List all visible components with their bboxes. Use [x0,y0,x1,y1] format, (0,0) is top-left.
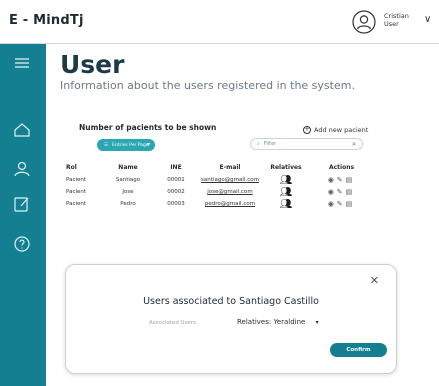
row-actions: ◉✎▤ [310,198,373,210]
cell-rol: Pacient [66,201,87,207]
search-icon: ⌕ [352,140,356,148]
associated-users-label: Associated Users [149,320,196,326]
avatar-icon[interactable] [352,10,376,34]
cell-ine: 00002 [167,189,185,195]
page-title: User [60,50,125,79]
cell-email[interactable]: santiago@gmail.com [198,174,262,186]
search-icon: ⌕ [257,141,260,147]
eye-icon[interactable]: ◉ [328,176,337,184]
cell-rol: Pacient [66,189,87,195]
pencil-icon[interactable]: ✎ [337,200,346,208]
trash-icon[interactable]: ▤ [346,188,356,196]
user-icon[interactable] [12,159,32,179]
filter-placeholder: Filter [263,141,277,147]
app-title: E - MindTj [9,13,84,28]
column-header-actions: Actions [328,163,355,171]
trash-icon[interactable]: ▤ [346,200,356,208]
row-actions: ◉✎▤ [310,186,373,198]
page-subtitle: Information about the users registered i… [60,79,355,92]
modal-title: Users associated to Santiago Castillo [143,296,319,307]
table-header-row: Rol Name INE E-mail Relatives Actions [58,160,373,174]
chevron-down-icon: ▾ [315,319,319,326]
column-header-rol: Rol [66,163,77,171]
table-row: Pacient Pedro 00003 pedro@gmail.com 👥︎ ◉… [58,198,373,210]
home-icon[interactable] [12,120,32,140]
relatives-icon[interactable]: 👥︎ [262,186,310,198]
column-header-name: Name [118,163,138,171]
relatives-select-value: Relatives: Yeraldine [237,318,306,326]
cell-name: Jose [122,189,134,195]
help-icon[interactable] [12,234,32,254]
entries-count-label: Number of pacients to be shown [79,123,217,132]
relatives-icon[interactable]: 👥︎ [262,198,310,210]
row-actions: ◉✎▤ [310,174,373,186]
chevron-down-icon: ▾ [146,141,150,148]
plus-icon: + [303,126,311,134]
edit-icon[interactable] [12,194,32,214]
top-bar: E - MindTj Cristian User ∨ [0,0,439,44]
entries-per-page-label: Entries Per Page [112,142,149,148]
associated-users-modal: ✕ Users associated to Santiago Castillo … [65,264,397,374]
add-new-pacient-label: Add new pacient [314,126,369,134]
pencil-icon[interactable]: ✎ [337,188,346,196]
relatives-select[interactable]: Relatives: Yeraldine ▾ [237,318,319,326]
list-icon: ☰ [104,142,109,148]
eye-icon[interactable]: ◉ [328,188,337,196]
close-icon[interactable]: ✕ [370,274,379,287]
menu-icon[interactable] [12,53,32,73]
trash-icon[interactable]: ▤ [346,176,356,184]
add-new-pacient-button[interactable]: + Add new pacient [303,126,368,134]
cell-ine: 00003 [167,201,185,207]
chevron-down-icon[interactable]: ∨ [424,14,431,25]
cell-rol: Pacient [66,177,87,183]
cell-ine: 00001 [167,177,185,183]
table-row: Pacient Jose 00002 jose@gmail.com 👥︎ ◉✎▤ [58,186,373,198]
cell-name: Santiago [115,177,141,183]
confirm-button[interactable]: Confirm [330,343,387,357]
eye-icon[interactable]: ◉ [328,200,337,208]
pencil-icon[interactable]: ✎ [337,176,346,184]
cell-name: Pedro [120,201,136,207]
entries-per-page-dropdown[interactable]: ☰ Entries Per Page ▾ [97,139,155,151]
sidebar [0,44,46,386]
table-row: Pacient Santiago 00001 santiago@gmail.co… [58,174,373,186]
cell-email[interactable]: pedro@gmail.com [198,198,262,210]
column-header-email: E-mail [219,163,241,171]
cell-email[interactable]: jose@gmail.com [198,186,262,198]
user-name[interactable]: Cristian User [384,12,409,28]
column-header-ine: INE [170,163,182,171]
relatives-icon[interactable]: 👥︎ [262,174,310,186]
filter-input[interactable]: ⌕ Filter ⌕ [250,138,363,150]
column-header-relatives: Relatives [270,163,302,171]
users-table: Rol Name INE E-mail Relatives Actions Pa… [58,160,373,210]
